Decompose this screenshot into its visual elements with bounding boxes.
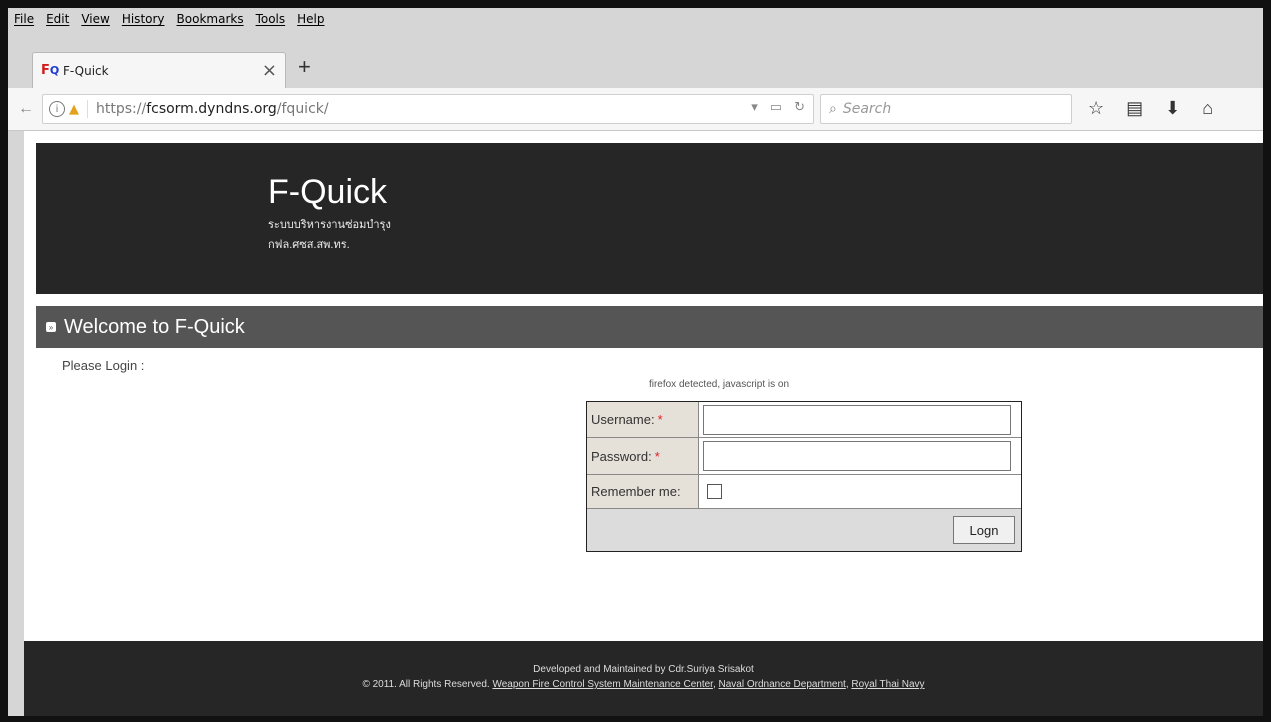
menu-tools[interactable]: Tools <box>250 12 292 26</box>
home-icon[interactable]: ⌂ <box>1202 98 1213 119</box>
url-separator <box>87 100 88 118</box>
menu-bookmarks[interactable]: Bookmarks <box>171 12 250 26</box>
username-cell <box>699 402 1021 438</box>
remember-row: Remember me: <box>587 475 1021 509</box>
login-actions: Logn <box>587 509 1021 551</box>
required-marker: * <box>654 448 660 464</box>
warning-lock-icon[interactable]: ▲ <box>69 102 79 117</box>
remember-label: Remember me: <box>587 475 699 509</box>
site-footer: Developed and Maintained by Cdr.Suriya S… <box>24 641 1263 716</box>
password-label: Password: * <box>587 438 699 475</box>
username-row: Username: * <box>587 402 1021 438</box>
download-icon[interactable]: ⬇ <box>1165 98 1180 119</box>
menu-view[interactable]: View <box>75 12 115 26</box>
search-placeholder: Search <box>842 101 892 117</box>
reload-icon[interactable]: ↻ <box>794 100 805 115</box>
toolbar-icons: ☆ ▤ ⬇ ⌂ <box>1088 98 1213 119</box>
menu-bar: File Edit View History Bookmarks Tools H… <box>8 8 1263 30</box>
password-cell <box>699 438 1021 475</box>
login-form: Username: * Password: * Remember me: Log… <box>586 401 1022 552</box>
favicon-icon: FQ <box>41 63 60 78</box>
brand: F-Quick ระบบบริหารงานซ่อมบำรุง กฟล.ศซส.ส… <box>268 173 391 255</box>
site-title: F-Quick <box>268 173 387 211</box>
remember-cell <box>699 475 1021 509</box>
remember-checkbox[interactable] <box>707 484 722 499</box>
welcome-title: Welcome to F-Quick <box>64 315 245 338</box>
required-marker: * <box>657 412 663 427</box>
arrow-left-icon[interactable]: ← <box>18 100 38 118</box>
subtitle-line-2: กฟล.ศซส.สพ.ทร. <box>268 239 350 251</box>
password-row: Password: * <box>587 438 1021 475</box>
library-icon[interactable]: ▤ <box>1126 98 1143 119</box>
password-input[interactable] <box>703 441 1011 471</box>
browser-window: File Edit View History Bookmarks Tools H… <box>8 8 1263 716</box>
subtitle-line-1: ระบบบริหารงานซ่อมบำรุง <box>268 219 391 231</box>
info-icon[interactable]: i <box>49 101 65 117</box>
new-tab-button[interactable]: + <box>298 54 311 80</box>
url-bar[interactable]: i ▲ https://fcsorm.dyndns.org/fquick/ ▾ … <box>42 94 814 124</box>
search-input[interactable]: ⌕ Search <box>820 94 1072 124</box>
url-bar-actions: ▾ ▭ ↻ <box>751 100 805 115</box>
browser-detection-note: firefox detected, javascript is on <box>648 379 790 390</box>
url-text[interactable]: https://fcsorm.dyndns.org/fquick/ <box>96 101 329 117</box>
footer-link-department[interactable]: Naval Ordnance Department <box>719 679 846 690</box>
footer-copyright-line: © 2011. All Rights Reserved. Weapon Fire… <box>362 679 925 690</box>
copyright-text: © 2011. All Rights Reserved. <box>362 679 490 690</box>
menu-file[interactable]: File <box>8 12 40 26</box>
site-header: F-Quick ระบบบริหารงานซ่อมบำรุง กฟล.ศซส.ส… <box>36 143 1263 294</box>
menu-help[interactable]: Help <box>291 12 330 26</box>
footer-credit: Developed and Maintained by Cdr.Suriya S… <box>533 664 754 675</box>
bullet-icon: » <box>46 322 56 332</box>
reader-view-icon[interactable]: ▭ <box>770 100 782 115</box>
tab-f-quick[interactable]: FQ F-Quick × <box>32 52 286 88</box>
star-icon[interactable]: ☆ <box>1088 98 1104 119</box>
dropdown-arrow-icon[interactable]: ▾ <box>751 100 758 115</box>
tab-title: F-Quick <box>63 63 109 78</box>
username-input[interactable] <box>703 404 1011 435</box>
close-icon[interactable]: × <box>262 60 277 81</box>
login-prompt: Please Login : <box>62 358 145 373</box>
login-button[interactable]: Logn <box>953 516 1015 544</box>
welcome-bar: » Welcome to F-Quick <box>36 306 1263 348</box>
tab-strip: FQ F-Quick × + <box>8 30 1263 88</box>
menu-edit[interactable]: Edit <box>40 12 75 26</box>
footer-link-center[interactable]: Weapon Fire Control System Maintenance C… <box>492 679 712 690</box>
site-subtitle: ระบบบริหารงานซ่อมบำรุง กฟล.ศซส.สพ.ทร. <box>268 215 391 255</box>
navigation-bar: ← i ▲ https://fcsorm.dyndns.org/fquick/ … <box>8 88 1263 131</box>
search-icon: ⌕ <box>829 101 837 117</box>
footer-link-navy[interactable]: Royal Thai Navy <box>851 679 924 690</box>
page-content: F-Quick ระบบบริหารงานซ่อมบำรุง กฟล.ศซส.ส… <box>24 131 1263 716</box>
menu-history[interactable]: History <box>116 12 171 26</box>
username-label: Username: * <box>587 402 699 438</box>
